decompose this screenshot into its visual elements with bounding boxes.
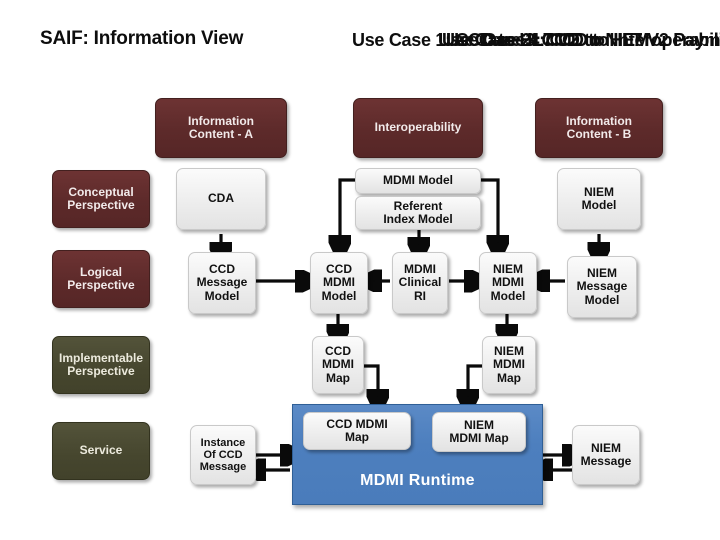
- map-ccd-mdmi-map[interactable]: CCD MDMI Map: [312, 336, 364, 394]
- niem-message-line2: Message: [580, 454, 632, 468]
- map-niem-mdmi-map[interactable]: NIEM MDMI Map: [482, 336, 536, 394]
- model-niem-message-model-line1: NIEM: [586, 265, 617, 280]
- niem-message[interactable]: NIEM Message: [572, 425, 640, 485]
- map-ccd-mdmi-map-line2: MDMI: [322, 357, 354, 372]
- model-mdmi-clinical-ri-line1: MDMI: [404, 261, 436, 276]
- header-information-content-a[interactable]: Information Content - A: [155, 98, 287, 158]
- model-cda-label: CDA: [208, 191, 234, 206]
- model-ccd-mdmi-model-line2: MDMI: [322, 275, 355, 290]
- model-niem-model[interactable]: NIEM Model: [557, 168, 641, 230]
- model-niem-mdmi-model[interactable]: NIEM MDMI Model: [479, 252, 537, 314]
- header-information-content-a-line2: Content - A: [188, 127, 254, 141]
- model-niem-model-line1: NIEM: [583, 184, 614, 199]
- perspective-implementable-line2: Perspective: [67, 364, 135, 378]
- perspective-logical[interactable]: Logical Perspective: [52, 250, 150, 308]
- model-ccd-message-model-line3: Model: [204, 288, 240, 303]
- model-ccd-mdmi-model-line3: Model: [321, 288, 357, 303]
- runtime-niem-mdmi-map-line1: NIEM: [463, 417, 494, 432]
- perspective-conceptual-line2: Perspective: [67, 198, 135, 212]
- model-referent-index-model-line1: Referent: [393, 198, 443, 213]
- perspective-conceptual-line1: Conceptual: [68, 184, 134, 199]
- map-niem-mdmi-map-line1: NIEM: [494, 343, 524, 358]
- header-information-content-a-line1: Information: [188, 113, 254, 128]
- instance-of-ccd-message-line2: Of CCD: [203, 448, 243, 461]
- perspective-logical-line2: Perspective: [67, 278, 135, 292]
- instance-of-ccd-message-line3: Message: [199, 461, 247, 474]
- model-ccd-mdmi-model-line1: CCD: [325, 261, 352, 276]
- header-interoperability-label: Interoperability: [374, 120, 462, 135]
- perspective-implementable-line1: Implementable: [58, 350, 144, 365]
- model-ccd-message-model[interactable]: CCD Message Model: [188, 252, 256, 314]
- model-mdmi-clinical-ri[interactable]: MDMI Clinical RI: [392, 252, 448, 314]
- model-niem-mdmi-model-line2: MDMI: [491, 275, 524, 290]
- model-ccd-message-model-line2: Message: [196, 275, 248, 290]
- perspective-logical-line1: Logical: [79, 264, 122, 279]
- model-referent-index-model[interactable]: Referent Index Model: [355, 196, 481, 230]
- model-niem-model-line2: Model: [581, 198, 617, 212]
- slide-title-right: Use Case 1: CCD to HL7 V2 Use Case 2: CC…: [352, 30, 720, 56]
- model-niem-mdmi-model-line1: NIEM: [492, 261, 523, 276]
- instance-of-ccd-message[interactable]: Instance Of CCD Message: [190, 425, 256, 485]
- model-niem-message-model[interactable]: NIEM Message Model: [567, 256, 637, 318]
- model-niem-mdmi-model-line3: Model: [490, 288, 526, 303]
- model-niem-message-model-line2: Message: [576, 279, 628, 294]
- map-niem-mdmi-map-line3: Map: [497, 370, 521, 385]
- model-mdmi-clinical-ri-line3: RI: [414, 288, 426, 303]
- runtime-ccd-mdmi-map[interactable]: CCD MDMI Map: [303, 412, 411, 450]
- slide-title-left: SAIF: Information View: [40, 28, 244, 49]
- model-mdmi-model-label: MDMI Model: [383, 173, 453, 188]
- map-niem-mdmi-map-line2: MDMI: [493, 357, 525, 372]
- runtime-niem-mdmi-map-line2: MDMI Map: [449, 431, 509, 445]
- mdmi-runtime-label: MDMI Runtime: [360, 472, 475, 489]
- runtime-ccd-mdmi-map-line1: CCD MDMI: [326, 416, 388, 431]
- runtime-niem-mdmi-map[interactable]: NIEM MDMI Map: [432, 412, 526, 452]
- runtime-ccd-mdmi-map-line2: Map: [344, 430, 369, 444]
- instance-of-ccd-message-line1: Instance: [200, 436, 246, 449]
- header-information-content-b-line2: Content - B: [566, 127, 632, 141]
- model-mdmi-clinical-ri-line2: Clinical: [398, 275, 442, 290]
- header-information-content-b-line1: Information: [566, 113, 632, 128]
- map-ccd-mdmi-map-line3: Map: [326, 370, 350, 385]
- header-information-content-b[interactable]: Information Content - B: [535, 98, 663, 158]
- perspective-service-label: Service: [79, 443, 123, 458]
- model-niem-message-model-line3: Model: [584, 292, 620, 307]
- model-referent-index-model-line2: Index Model: [383, 212, 453, 226]
- model-cda[interactable]: CDA: [176, 168, 266, 230]
- model-ccd-mdmi-model[interactable]: CCD MDMI Model: [310, 252, 368, 314]
- slide-title-right-variant-4: Use Case 4: CCD to Interoperability: [446, 30, 720, 50]
- perspective-conceptual[interactable]: Conceptual Perspective: [52, 170, 150, 228]
- slide-canvas: SAIF: Information View Use Case 1: CCD t…: [0, 0, 720, 540]
- map-ccd-mdmi-map-line1: CCD: [325, 343, 351, 358]
- model-ccd-message-model-line1: CCD: [208, 261, 235, 276]
- model-mdmi-model[interactable]: MDMI Model: [355, 168, 481, 194]
- header-interoperability[interactable]: Interoperability: [353, 98, 483, 158]
- perspective-service[interactable]: Service: [52, 422, 150, 480]
- niem-message-line1: NIEM: [590, 440, 621, 455]
- perspective-implementable[interactable]: Implementable Perspective: [52, 336, 150, 394]
